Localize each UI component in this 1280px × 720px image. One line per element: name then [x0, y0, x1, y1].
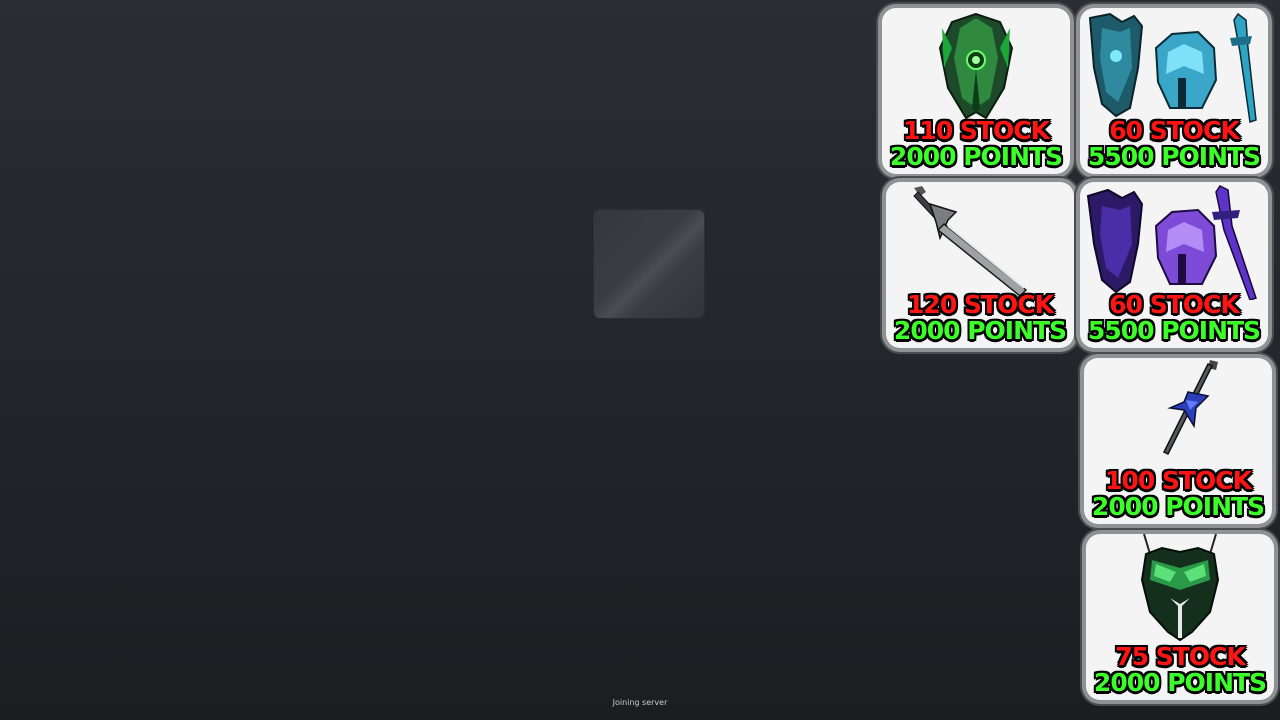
stock-label: 60 STOCK [1109, 116, 1240, 145]
shop-item-card[interactable]: 110 STOCK 2000 POINTS [882, 8, 1070, 174]
stock-label: 120 STOCK [907, 290, 1054, 319]
blue-spear-icon [1162, 360, 1218, 456]
stock-label: 75 STOCK [1115, 642, 1246, 671]
gray-sword-icon [913, 186, 1028, 298]
points-price: 2000 POINTS [1091, 492, 1265, 521]
shop-item-card[interactable]: 120 STOCK 2000 POINTS [886, 182, 1074, 348]
points-price: 5500 POINTS [1087, 142, 1261, 171]
shop-item-card[interactable]: 75 STOCK 2000 POINTS [1086, 534, 1274, 700]
cyan-armor-set-icon [1088, 12, 1257, 123]
stock-label: 60 STOCK [1109, 290, 1240, 319]
shop-item-card[interactable]: 60 STOCK 5500 POINTS [1080, 8, 1268, 174]
points-price: 5500 POINTS [1087, 316, 1261, 345]
purple-armor-set-icon [1086, 185, 1257, 300]
shop-item-card[interactable]: 60 STOCK 5500 POINTS [1080, 182, 1268, 348]
joining-status-text: Joining server [612, 698, 668, 707]
stock-label: 110 STOCK [903, 116, 1050, 145]
stock-label: 100 STOCK [1105, 466, 1252, 495]
points-price: 2000 POINTS [893, 316, 1067, 345]
loading-spinner [594, 210, 704, 318]
points-price: 2000 POINTS [1093, 668, 1267, 697]
points-price: 2000 POINTS [889, 142, 1063, 171]
green-helmet-icon [1140, 534, 1220, 642]
green-cape-icon [938, 12, 1014, 120]
shop-item-card[interactable]: 100 STOCK 2000 POINTS [1084, 358, 1272, 524]
